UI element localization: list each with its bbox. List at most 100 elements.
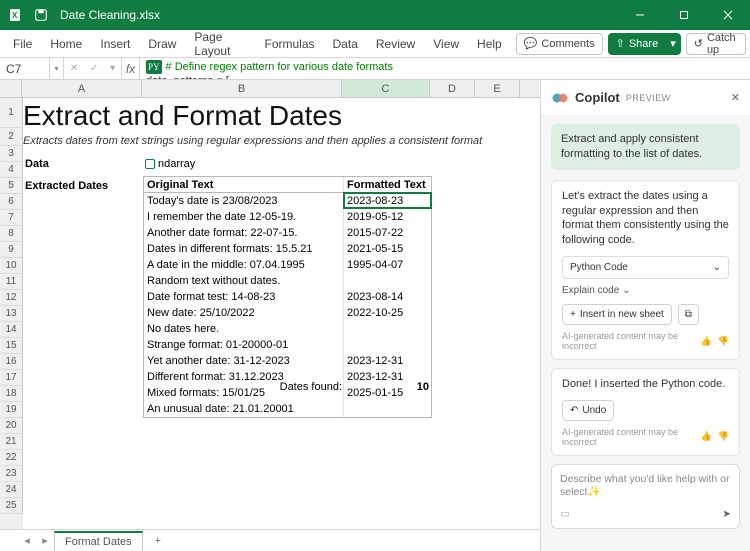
- row-head[interactable]: 7: [0, 210, 23, 226]
- col-head-D[interactable]: D: [430, 80, 475, 97]
- name-box[interactable]: C7: [0, 58, 50, 79]
- cell-b[interactable]: I remember the date 12-05-19.: [144, 209, 344, 225]
- cell-b[interactable]: Strange format: 01-20000-01: [144, 337, 344, 353]
- cell-c[interactable]: [344, 321, 431, 337]
- tab-view[interactable]: View: [424, 30, 468, 58]
- row-head[interactable]: 21: [0, 434, 23, 450]
- thumb-down-icon[interactable]: 👎: [718, 431, 729, 442]
- cell-b[interactable]: Random text without dates.: [144, 273, 344, 289]
- cell-b[interactable]: Yet another date: 31-12-2023: [144, 353, 344, 369]
- sheet-scroll-right[interactable]: ▸: [36, 534, 54, 547]
- row-head[interactable]: 18: [0, 386, 23, 402]
- filename[interactable]: Date Cleaning.xlsx: [60, 8, 160, 22]
- cell-c[interactable]: 2019-05-12: [344, 209, 431, 225]
- tab-review[interactable]: Review: [367, 30, 424, 58]
- row-head[interactable]: 20: [0, 418, 23, 434]
- copy-button[interactable]: ⧉: [678, 304, 699, 325]
- tab-page-layout[interactable]: Page Layout: [185, 30, 255, 58]
- copilot-close-button[interactable]: ✕: [731, 91, 740, 104]
- tab-home[interactable]: Home: [41, 30, 91, 58]
- copilot-input[interactable]: Describe what you'd like help with or se…: [551, 464, 740, 529]
- cell-b[interactable]: An unusual date: 21.01.20001: [144, 401, 344, 417]
- tab-draw[interactable]: Draw: [139, 30, 185, 58]
- new-sheet-button[interactable]: +: [143, 535, 173, 547]
- send-icon[interactable]: ➤: [722, 508, 731, 520]
- cell-b[interactable]: Date format test: 14-08-23: [144, 289, 344, 305]
- row-head[interactable]: 14: [0, 322, 23, 338]
- cell-b[interactable]: Another date format: 22-07-15.: [144, 225, 344, 241]
- cell-c[interactable]: 2022-10-25: [344, 305, 431, 321]
- thumb-up-icon[interactable]: 👍: [701, 431, 712, 442]
- tab-file[interactable]: File: [4, 30, 41, 58]
- undo-button[interactable]: ↶Undo: [562, 400, 614, 421]
- row-head[interactable]: 6: [0, 194, 23, 210]
- row-head[interactable]: 16: [0, 354, 23, 370]
- cell-c[interactable]: 2023-08-23: [344, 193, 431, 209]
- explain-code-toggle[interactable]: Explain code⌄: [562, 285, 729, 296]
- row-head[interactable]: 13: [0, 306, 23, 322]
- sheet-scroll-left[interactable]: ◂: [18, 534, 36, 547]
- row-head[interactable]: 8: [0, 226, 23, 242]
- cell-b[interactable]: Dates in different formats: 15.5.21: [144, 241, 344, 257]
- row-head[interactable]: 1: [0, 98, 23, 128]
- autosave-icon[interactable]: [32, 6, 50, 24]
- row-head[interactable]: 25: [0, 498, 23, 514]
- row-head[interactable]: 23: [0, 466, 23, 482]
- fx-icon[interactable]: fx: [122, 58, 140, 79]
- row-head[interactable]: 19: [0, 402, 23, 418]
- comments-button[interactable]: 💬Comments: [516, 33, 603, 55]
- tab-insert[interactable]: Insert: [91, 30, 139, 58]
- cancel-icon[interactable]: ✕: [70, 63, 78, 74]
- row-head[interactable]: 2: [0, 128, 23, 146]
- row-head[interactable]: 17: [0, 370, 23, 386]
- share-button[interactable]: ⇧Share: [608, 33, 667, 55]
- tab-formulas[interactable]: Formulas: [256, 30, 324, 58]
- attach-icon[interactable]: ▭: [560, 508, 570, 520]
- select-all-corner[interactable]: [0, 80, 22, 97]
- cell-c[interactable]: 2023-12-31: [344, 353, 431, 369]
- cell-c[interactable]: 2015-07-22: [344, 225, 431, 241]
- close-button[interactable]: [706, 0, 750, 30]
- minimize-button[interactable]: [618, 0, 662, 30]
- cell-c[interactable]: [344, 273, 431, 289]
- row-head[interactable]: 15: [0, 338, 23, 354]
- maximize-button[interactable]: [662, 0, 706, 30]
- formula-code[interactable]: PY# Define regex pattern for various dat…: [140, 58, 750, 79]
- cell-b[interactable]: A date in the middle: 07.04.1995: [144, 257, 344, 273]
- tab-data[interactable]: Data: [324, 30, 367, 58]
- thumb-down-icon[interactable]: 👎: [718, 336, 729, 347]
- sheet-tab[interactable]: Format Dates: [54, 531, 143, 551]
- row-head[interactable]: 11: [0, 274, 23, 290]
- row-head[interactable]: 22: [0, 450, 23, 466]
- cell-c[interactable]: [344, 337, 431, 353]
- cell-b[interactable]: New date: 25/10/2022: [144, 305, 344, 321]
- col-head-C[interactable]: C: [342, 80, 430, 97]
- share-dropdown[interactable]: ▾: [666, 33, 681, 55]
- name-box-dropdown[interactable]: ▾: [50, 58, 64, 79]
- row-head[interactable]: 24: [0, 482, 23, 498]
- row-head[interactable]: 3: [0, 146, 23, 162]
- row-head[interactable]: 5: [0, 178, 23, 194]
- tab-help[interactable]: Help: [468, 30, 511, 58]
- row-head[interactable]: 4: [0, 162, 23, 178]
- cell-c[interactable]: 1995-04-07: [344, 257, 431, 273]
- thumb-up-icon[interactable]: 👍: [701, 336, 712, 347]
- cell-c[interactable]: [344, 401, 431, 417]
- cell-b[interactable]: No dates here.: [144, 321, 344, 337]
- col-head-E[interactable]: E: [475, 80, 520, 97]
- cell-c[interactable]: 2023-08-14: [344, 289, 431, 305]
- cell-c[interactable]: 2021-05-15: [344, 241, 431, 257]
- spreadsheet-grid[interactable]: A B C D E 1 2 3 4 5 6 7 8 9 10 11 12 13 …: [0, 80, 540, 551]
- sheet-content[interactable]: Extract and Format Dates Extracts dates …: [23, 98, 540, 529]
- row-head[interactable]: 12: [0, 290, 23, 306]
- catch-up-button[interactable]: ↺Catch up: [686, 33, 746, 55]
- col-head-B[interactable]: B: [142, 80, 342, 97]
- col-head-A[interactable]: A: [22, 80, 142, 97]
- cell-b[interactable]: Today's date is 23/08/2023: [144, 193, 344, 209]
- row-head[interactable]: 10: [0, 258, 23, 274]
- dropdown-icon[interactable]: ▾: [110, 63, 115, 74]
- row-head[interactable]: 9: [0, 242, 23, 258]
- ndarray-cell[interactable]: ndarray: [145, 158, 195, 170]
- python-code-toggle[interactable]: Python Code⌄: [562, 256, 729, 279]
- enter-icon[interactable]: ✓: [90, 63, 98, 74]
